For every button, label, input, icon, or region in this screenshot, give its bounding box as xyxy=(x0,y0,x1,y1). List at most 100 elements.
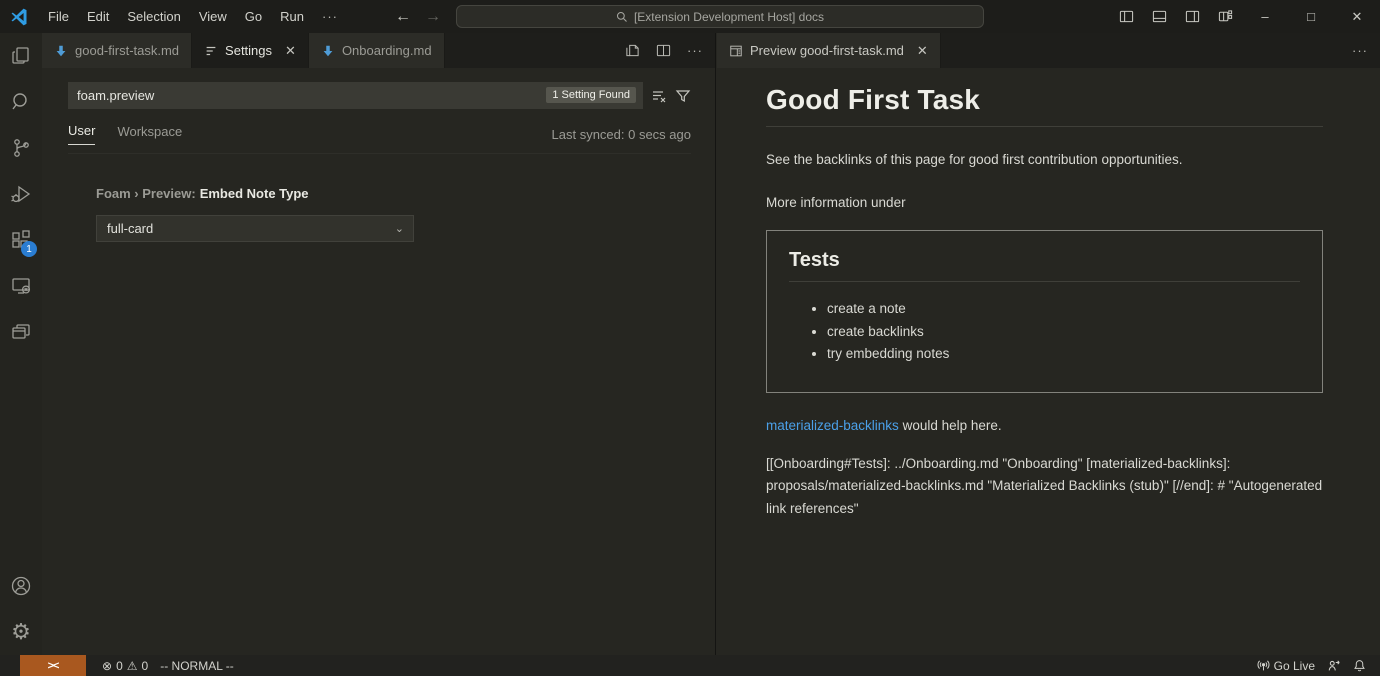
customize-layout-icon[interactable] xyxy=(1209,0,1242,33)
right-tab-bar: Preview good-first-task.md ✕ ··· xyxy=(717,33,1380,68)
link-suffix-text: would help here. xyxy=(899,418,1002,433)
menu-selection[interactable]: Selection xyxy=(118,5,189,28)
chevron-down-icon: ⌄ xyxy=(395,222,404,235)
embedded-note-title: Tests xyxy=(789,249,1300,272)
editor-windows-icon[interactable] xyxy=(0,309,42,355)
extensions-badge: 1 xyxy=(21,241,37,257)
markdown-file-icon xyxy=(321,44,335,58)
vscode-logo-icon xyxy=(9,7,29,27)
vim-mode-indicator[interactable]: -- NORMAL -- xyxy=(154,655,240,676)
remote-indicator[interactable]: >< xyxy=(20,655,86,676)
embed-note-type-dropdown[interactable]: full-card ⌄ xyxy=(96,215,414,242)
maximize-button[interactable]: □ xyxy=(1288,0,1334,33)
dropdown-selected-value: full-card xyxy=(107,221,153,236)
more-actions-icon[interactable]: ··· xyxy=(681,39,709,62)
more-actions-icon[interactable]: ··· xyxy=(1346,39,1374,62)
go-forward-arrow-icon[interactable]: → xyxy=(425,8,441,26)
settings-gear-icon[interactable]: ⚙ xyxy=(0,609,42,655)
close-window-button[interactable]: ✕ xyxy=(1334,0,1380,33)
explorer-icon[interactable] xyxy=(0,33,42,79)
source-control-icon[interactable] xyxy=(0,125,42,171)
settings-scope-tabs: User Workspace Last synced: 0 secs ago xyxy=(68,123,691,154)
tab-label: Onboarding.md xyxy=(342,43,432,58)
vscode-window: File Edit Selection View Go Run ··· ← → … xyxy=(0,0,1380,676)
settings-search-value: foam.preview xyxy=(77,88,154,103)
settings-search-input[interactable]: foam.preview 1 Setting Found xyxy=(68,82,643,109)
editor-group-left: good-first-task.md Settings ✕ Onboarding… xyxy=(42,33,716,655)
go-back-arrow-icon[interactable]: ← xyxy=(395,8,411,26)
menu-run[interactable]: Run xyxy=(271,5,313,28)
scope-tab-user[interactable]: User xyxy=(68,123,95,145)
setting-embed-note-type: Foam › Preview:Embed Note Type full-card… xyxy=(96,186,691,242)
problems-status[interactable]: ⊗ 0 ⚠ 0 xyxy=(96,655,154,676)
extensions-icon[interactable]: 1 xyxy=(0,217,42,263)
close-tab-icon[interactable]: ✕ xyxy=(917,43,928,59)
tab-label: Settings xyxy=(225,43,272,58)
toggle-panel-icon[interactable] xyxy=(1143,0,1176,33)
errors-icon: ⊗ xyxy=(102,659,112,673)
tab-onboarding[interactable]: Onboarding.md xyxy=(309,33,445,68)
search-icon[interactable] xyxy=(0,79,42,125)
settings-tune-icon xyxy=(204,44,218,58)
list-item: create backlinks xyxy=(827,321,1300,344)
tab-label: Preview good-first-task.md xyxy=(750,43,904,58)
menu-view[interactable]: View xyxy=(190,5,236,28)
last-synced-label: Last synced: 0 secs ago xyxy=(552,127,691,142)
link-paragraph: materialized-backlinks would help here. xyxy=(766,415,1323,436)
run-and-debug-icon[interactable] xyxy=(0,171,42,217)
notifications-bell-icon[interactable] xyxy=(1347,655,1372,676)
toggle-primary-sidebar-icon[interactable] xyxy=(1110,0,1143,33)
title-bar: File Edit Selection View Go Run ··· ← → … xyxy=(0,0,1380,33)
markdown-preview-icon xyxy=(729,44,743,58)
markdown-preview: Good First Task See the backlinks of thi… xyxy=(717,68,1380,520)
tab-settings[interactable]: Settings ✕ xyxy=(192,33,309,68)
preview-paragraph-1: See the backlinks of this page for good … xyxy=(766,149,1323,170)
clear-settings-search-icon[interactable] xyxy=(651,88,667,104)
activity-bar: 1 ⚙ xyxy=(0,33,42,655)
menu-go[interactable]: Go xyxy=(236,5,271,28)
scope-tab-workspace[interactable]: Workspace xyxy=(117,124,182,145)
preview-title: Good First Task xyxy=(766,84,1323,116)
toggle-secondary-sidebar-icon[interactable] xyxy=(1176,0,1209,33)
editor-group-right: Preview good-first-task.md ✕ ··· Good Fi… xyxy=(717,33,1380,655)
history-navigation: ← → xyxy=(395,0,441,33)
minimize-button[interactable]: – xyxy=(1242,0,1288,33)
embedded-note-list: create a note create backlinks try embed… xyxy=(827,298,1300,366)
embedded-note-card: Tests create a note create backlinks try… xyxy=(766,230,1323,393)
preview-paragraph-2: More information under xyxy=(766,192,1323,213)
go-live-label: Go Live xyxy=(1274,659,1315,673)
split-editor-icon[interactable] xyxy=(650,39,677,62)
left-tab-actions: ··· xyxy=(619,33,709,68)
open-preview-icon[interactable] xyxy=(619,39,646,62)
tab-good-first-task[interactable]: good-first-task.md xyxy=(42,33,192,68)
settings-results-badge: 1 Setting Found xyxy=(546,87,636,103)
setting-category-label: Foam › Preview: xyxy=(96,186,196,201)
search-icon xyxy=(616,11,628,23)
menu-edit[interactable]: Edit xyxy=(78,5,118,28)
window-controls: – □ ✕ xyxy=(1110,0,1380,33)
status-bar: >< ⊗ 0 ⚠ 0 -- NORMAL -- Go Live xyxy=(0,655,1380,676)
list-item: create a note xyxy=(827,298,1300,321)
menu-overflow-ellipsis[interactable]: ··· xyxy=(313,5,347,28)
close-tab-icon[interactable]: ✕ xyxy=(285,43,296,59)
menu-file[interactable]: File xyxy=(39,5,78,28)
left-tab-bar: good-first-task.md Settings ✕ Onboarding… xyxy=(42,33,715,68)
filter-settings-icon[interactable] xyxy=(675,88,691,104)
warnings-count: 0 xyxy=(142,659,149,673)
materialized-backlinks-link[interactable]: materialized-backlinks xyxy=(766,418,899,433)
accounts-icon[interactable] xyxy=(0,563,42,609)
tab-preview-good-first-task[interactable]: Preview good-first-task.md ✕ xyxy=(717,33,941,68)
title-divider xyxy=(766,126,1323,127)
tab-label: good-first-task.md xyxy=(75,43,179,58)
command-center-search[interactable]: [Extension Development Host] docs xyxy=(456,5,984,28)
warnings-icon: ⚠ xyxy=(127,659,138,673)
remote-explorer-icon[interactable] xyxy=(0,263,42,309)
errors-count: 0 xyxy=(116,659,123,673)
markdown-file-icon xyxy=(54,44,68,58)
embedded-note-divider xyxy=(789,281,1300,282)
live-share-icon[interactable] xyxy=(1321,655,1347,676)
list-item: try embedding notes xyxy=(827,343,1300,366)
go-live-button[interactable]: Go Live xyxy=(1251,655,1321,676)
command-center-label: [Extension Development Host] docs xyxy=(634,10,824,24)
broadcast-icon xyxy=(1257,659,1270,672)
